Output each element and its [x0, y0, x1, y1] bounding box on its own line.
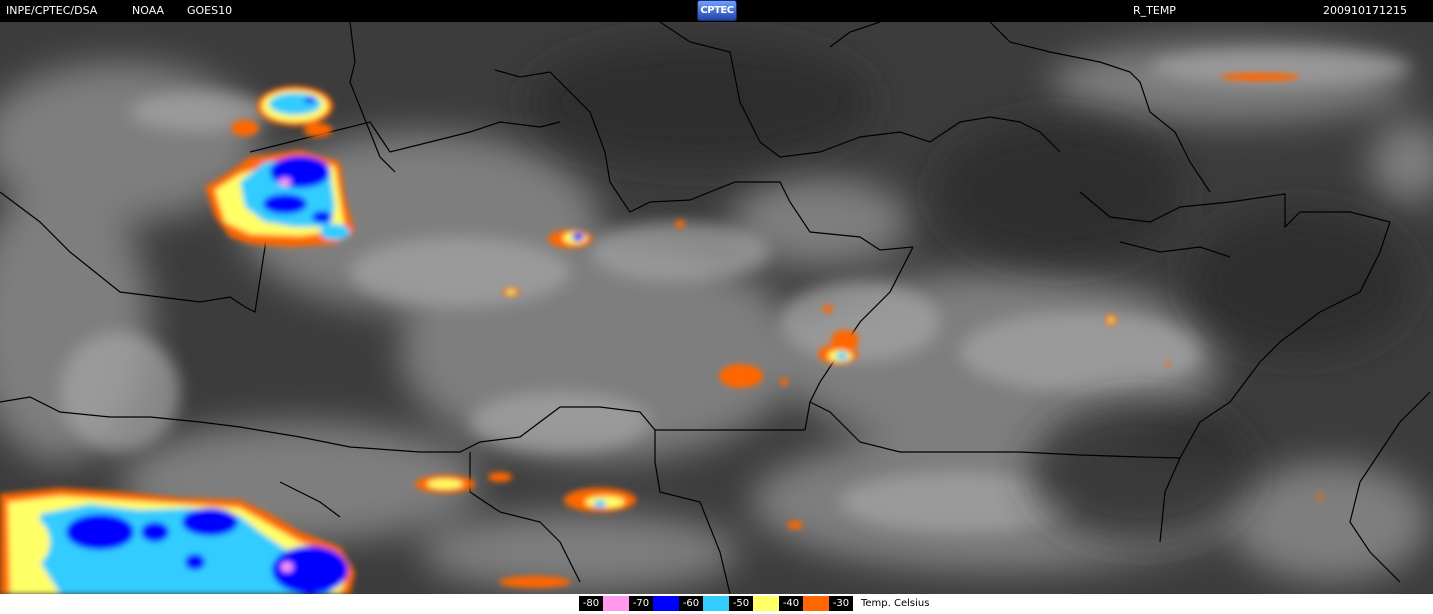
legend-value: -30	[829, 596, 853, 611]
legend-swatch	[703, 596, 729, 611]
legend-swatch	[803, 596, 829, 611]
legend-unit-label: Temp. Celsius	[861, 598, 930, 609]
legend-value: -80	[579, 596, 603, 611]
satellite-label: GOES10	[187, 4, 233, 17]
legend-value: -60	[679, 596, 703, 611]
timestamp-label: 200910171215	[1323, 4, 1407, 17]
logo-text: CPTEC	[700, 5, 734, 16]
legend-value: -70	[629, 596, 653, 611]
legend-value: -50	[729, 596, 753, 611]
legend-value: -40	[779, 596, 803, 611]
agency-label: NOAA	[132, 4, 165, 17]
temperature-legend: -80 -70 -60 -50 -40 -30 Temp. Celsius	[0, 594, 1433, 614]
cptec-logo: CPTEC	[697, 0, 737, 21]
product-label: R_TEMP	[1133, 4, 1176, 17]
source-label: INPE/CPTEC/DSA	[6, 4, 98, 17]
satellite-image	[0, 22, 1433, 594]
header-bar: INPE/CPTEC/DSA NOAA GOES10 CPTEC R_TEMP …	[0, 0, 1433, 22]
legend-swatch	[653, 596, 679, 611]
legend-swatch	[753, 596, 779, 611]
legend-swatch	[603, 596, 629, 611]
